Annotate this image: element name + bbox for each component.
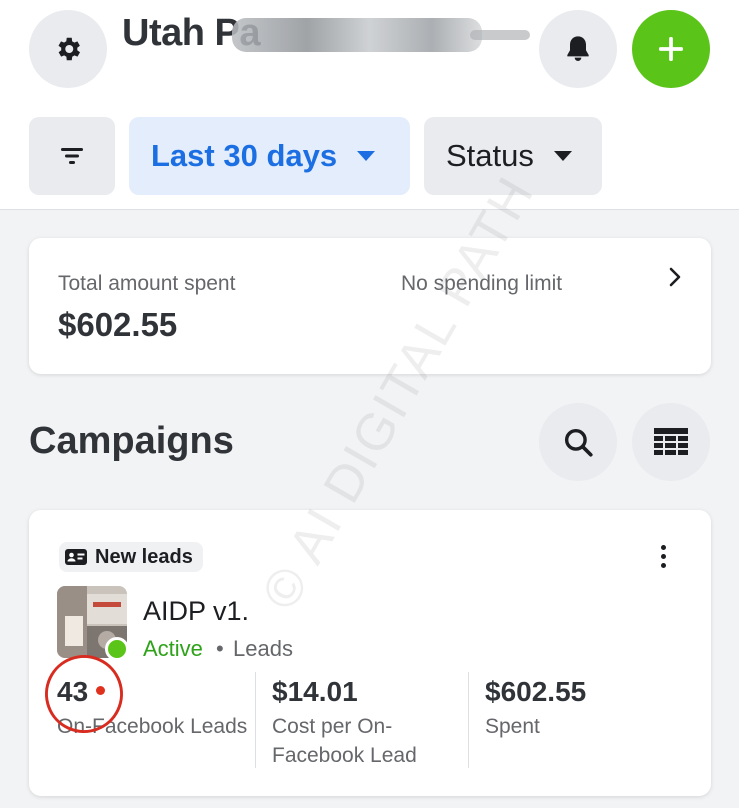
cost-per-lead-metric[interactable]: $14.01 Cost per On-Facebook Lead xyxy=(255,672,467,768)
redacted-account-name xyxy=(232,18,482,52)
table-view-button[interactable] xyxy=(632,403,710,481)
create-button[interactable] xyxy=(632,10,710,88)
status-dropdown[interactable]: Status xyxy=(424,117,602,195)
total-spent-label: Total amount spent xyxy=(58,272,236,295)
new-indicator-dot xyxy=(96,686,106,696)
active-status-dot xyxy=(105,637,129,661)
status-separator: • xyxy=(216,636,224,661)
filter-lines-icon xyxy=(61,148,83,164)
campaign-name[interactable]: AIDP v1. xyxy=(143,596,249,627)
caret-down-icon xyxy=(357,151,376,161)
campaign-objective: Leads xyxy=(233,636,293,661)
lead-card-icon xyxy=(65,549,87,565)
plus-icon xyxy=(659,37,683,61)
settings-button[interactable] xyxy=(29,10,107,88)
metric-label: On-Facebook Leads xyxy=(57,715,248,738)
metric-value: $602.55 xyxy=(485,676,587,707)
metric-value: $14.01 xyxy=(272,676,358,707)
campaigns-title: Campaigns xyxy=(29,420,234,462)
campaign-status: Active xyxy=(143,636,203,661)
new-leads-badge: New leads xyxy=(59,542,203,572)
notifications-button[interactable] xyxy=(539,10,617,88)
metric-label: Spent xyxy=(485,715,540,738)
caret-down-icon xyxy=(553,151,572,161)
total-spent-value: $602.55 xyxy=(58,306,178,343)
badge-label: New leads xyxy=(95,545,193,568)
search-icon xyxy=(564,428,593,457)
status-filter-label: Status xyxy=(446,138,534,173)
spent-metric[interactable]: $602.55 Spent xyxy=(468,672,680,768)
metric-label: Cost per On-Facebook Lead xyxy=(272,715,417,767)
spend-summary-card[interactable]: Total amount spent $602.55 No spending l… xyxy=(29,238,711,374)
date-range-label: Last 30 days xyxy=(151,138,338,173)
spending-limit-text: No spending limit xyxy=(401,272,563,295)
table-icon xyxy=(654,428,688,455)
search-button[interactable] xyxy=(539,403,617,481)
metric-value: 43 xyxy=(57,672,257,712)
campaign-card[interactable]: New leads AIDP v1. Active • Leads 43 On-… xyxy=(29,510,711,796)
date-range-dropdown[interactable]: Last 30 days xyxy=(129,117,410,195)
chevron-right-icon xyxy=(669,267,681,287)
gear-icon xyxy=(58,37,80,61)
top-bar: Utah Pa Last 30 days Status xyxy=(0,0,739,210)
redacted-account-caret xyxy=(470,30,530,40)
more-options-icon[interactable] xyxy=(651,542,675,572)
filter-button[interactable] xyxy=(29,117,115,195)
bell-icon xyxy=(567,36,589,61)
leads-metric[interactable]: 43 On-Facebook Leads xyxy=(57,672,257,768)
